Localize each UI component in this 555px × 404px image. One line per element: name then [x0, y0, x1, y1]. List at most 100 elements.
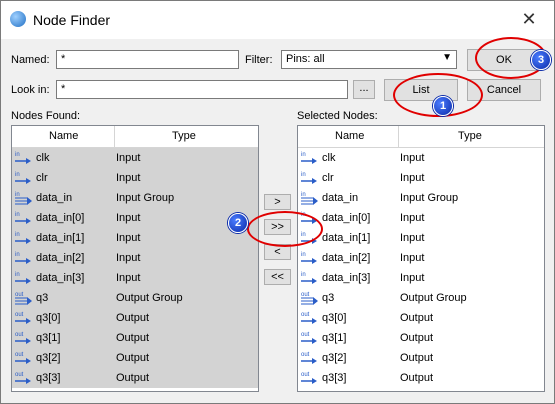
- node-name: q3[3]: [36, 372, 61, 384]
- list-item[interactable]: in data_in[1] Input: [12, 228, 258, 248]
- node-name: q3[1]: [36, 332, 61, 344]
- node-name: data_in[2]: [322, 252, 371, 264]
- list-item[interactable]: in data_in[3] Input: [12, 268, 258, 288]
- list-item[interactable]: out q3 Output Group: [12, 288, 258, 308]
- node-type: Input: [400, 272, 425, 284]
- node-type: Output: [116, 352, 150, 364]
- svg-text:in: in: [301, 252, 306, 258]
- list-item[interactable]: in data_in[0] Input: [298, 208, 544, 228]
- output-pin-icon: out: [15, 330, 33, 346]
- column-header-name[interactable]: Name: [49, 130, 78, 142]
- named-input[interactable]: *: [56, 50, 239, 69]
- list-item[interactable]: in clr Input: [12, 168, 258, 188]
- list-item[interactable]: out q3[0] Output: [298, 308, 544, 328]
- node-type: Output: [400, 312, 434, 324]
- app-icon: [10, 11, 26, 27]
- output-pin-icon: out: [15, 370, 33, 386]
- node-name: data_in[0]: [36, 212, 85, 224]
- list-item[interactable]: in clk Input: [12, 148, 258, 168]
- node-name: clk: [322, 152, 336, 164]
- nodes-found-label: Nodes Found:: [11, 110, 81, 122]
- list-item[interactable]: out q3[1] Output: [298, 328, 544, 348]
- node-name: clr: [36, 172, 48, 184]
- svg-text:out: out: [301, 352, 310, 358]
- list-item[interactable]: in data_in Input Group: [298, 188, 544, 208]
- node-name: clr: [322, 172, 334, 184]
- list-item[interactable]: in data_in[2] Input: [298, 248, 544, 268]
- column-header-type[interactable]: Type: [172, 130, 196, 142]
- list-item[interactable]: out q3[3] Output: [298, 368, 544, 388]
- svg-text:out: out: [15, 352, 24, 358]
- list-item[interactable]: in clk Input: [298, 148, 544, 168]
- node-name: q3: [36, 292, 49, 304]
- svg-text:in: in: [15, 232, 20, 238]
- node-name: q3[0]: [322, 312, 347, 324]
- selected-nodes-list[interactable]: Name Type in clk Input in clr Input in data_in I…: [297, 125, 545, 392]
- output-pin-icon: out: [301, 310, 319, 326]
- list-item[interactable]: out q3[2] Output: [298, 348, 544, 368]
- node-type: Output Group: [400, 292, 467, 304]
- svg-text:out: out: [301, 332, 310, 338]
- nodes-found-list[interactable]: Name Type in clk Input in clr Input in data_in I…: [11, 125, 259, 392]
- svg-text:in: in: [301, 192, 306, 198]
- close-icon[interactable]: ✕: [516, 8, 542, 30]
- output-group-icon: out: [301, 290, 319, 306]
- node-type: Input: [400, 232, 425, 244]
- list-item[interactable]: in data_in[2] Input: [12, 248, 258, 268]
- list-item[interactable]: out q3[1] Output: [12, 328, 258, 348]
- node-name: data_in[0]: [322, 212, 371, 224]
- move-all-left-button[interactable]: <<: [264, 269, 291, 285]
- node-type: Input: [400, 252, 425, 264]
- node-type: Output: [400, 372, 434, 384]
- filter-value: Pins: all: [286, 53, 325, 65]
- look-in-label: Look in:: [11, 84, 50, 96]
- list-item[interactable]: out q3[3] Output: [12, 368, 258, 388]
- node-name: data_in[2]: [36, 252, 85, 264]
- svg-text:in: in: [15, 192, 20, 198]
- column-header-type[interactable]: Type: [458, 130, 482, 142]
- list-item[interactable]: out q3[2] Output: [12, 348, 258, 368]
- node-name: data_in[3]: [322, 272, 371, 284]
- output-pin-icon: out: [301, 330, 319, 346]
- node-name: q3[2]: [322, 352, 347, 364]
- node-type: Input: [400, 172, 425, 184]
- list-item[interactable]: in data_in[0] Input: [12, 208, 258, 228]
- output-pin-icon: out: [15, 310, 33, 326]
- node-name: data_in: [36, 192, 73, 204]
- node-type: Input: [116, 232, 141, 244]
- list-item[interactable]: in data_in[3] Input: [298, 268, 544, 288]
- column-divider: [398, 126, 399, 147]
- input-pin-icon: in: [301, 250, 319, 266]
- column-header-name[interactable]: Name: [335, 130, 364, 142]
- svg-text:out: out: [15, 372, 24, 378]
- list-item[interactable]: in data_in Input Group: [12, 188, 258, 208]
- node-type: Input: [116, 172, 141, 184]
- move-right-button[interactable]: >: [264, 194, 291, 210]
- look-in-input[interactable]: *: [56, 80, 348, 99]
- filter-select[interactable]: Pins: all ▼: [281, 50, 457, 69]
- browse-button[interactable]: ...: [353, 80, 375, 99]
- node-type: Input: [116, 212, 141, 224]
- step-1-badge: 1: [433, 96, 453, 116]
- input-pin-icon: in: [15, 170, 33, 186]
- list-item[interactable]: in data_in[1] Input: [298, 228, 544, 248]
- chevron-down-icon: ▼: [442, 52, 452, 63]
- node-type: Input: [400, 152, 425, 164]
- input-pin-icon: in: [15, 230, 33, 246]
- node-finder-dialog: Node Finder ✕ Named: * Filter: Pins: all…: [0, 0, 555, 404]
- svg-text:in: in: [15, 272, 20, 278]
- filter-label: Filter:: [245, 54, 273, 66]
- selected-nodes-label: Selected Nodes:: [297, 110, 378, 122]
- output-pin-icon: out: [15, 350, 33, 366]
- input-pin-icon: in: [301, 270, 319, 286]
- node-type: Input Group: [116, 192, 175, 204]
- list-item[interactable]: out q3[0] Output: [12, 308, 258, 328]
- node-type: Input: [116, 252, 141, 264]
- input-group-icon: in: [301, 190, 319, 206]
- nodes-found-header: Name Type: [12, 126, 258, 148]
- output-group-icon: out: [15, 290, 33, 306]
- named-label: Named:: [11, 54, 50, 66]
- list-item[interactable]: in clr Input: [298, 168, 544, 188]
- list-item[interactable]: out q3 Output Group: [298, 288, 544, 308]
- svg-text:in: in: [15, 152, 20, 158]
